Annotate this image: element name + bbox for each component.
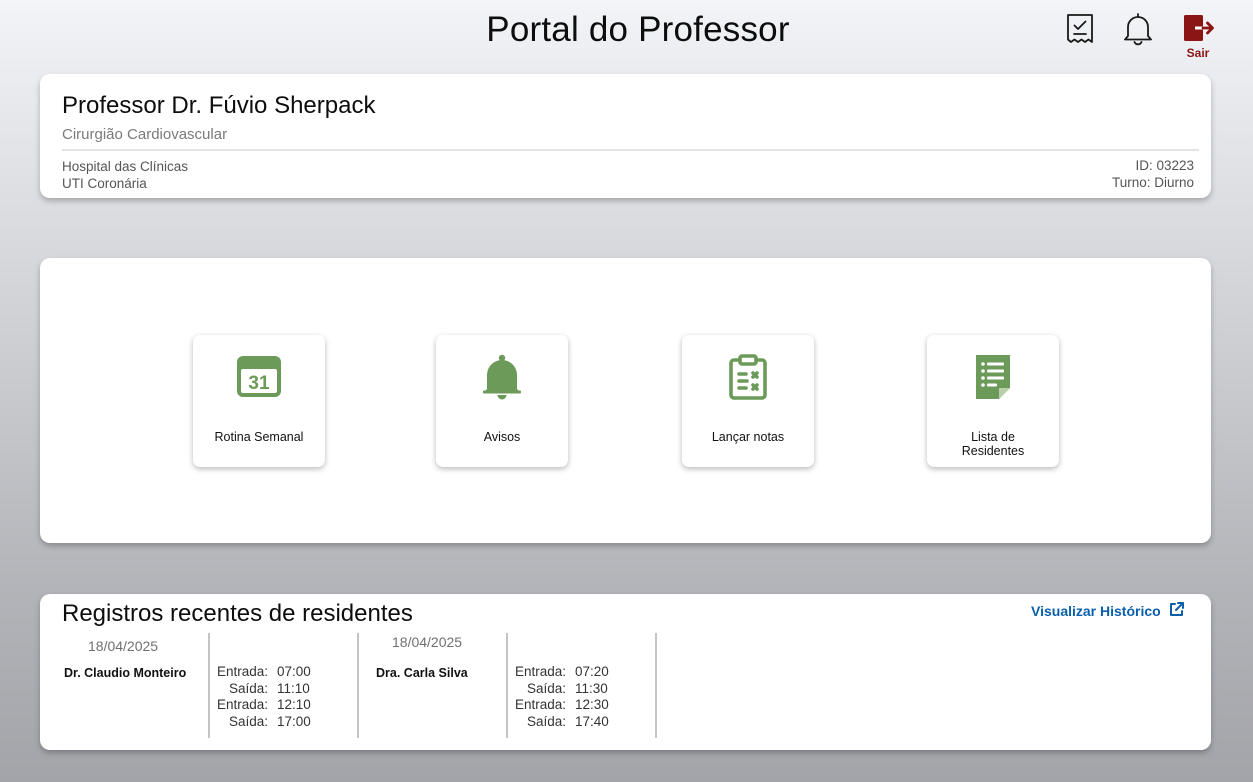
divider — [506, 633, 508, 738]
divider — [357, 633, 359, 738]
professor-specialty: Cirurgião Cardiovascular — [62, 126, 228, 143]
view-history-label: Visualizar Histórico — [1031, 603, 1161, 619]
professor-id: ID: 03223 — [1135, 158, 1194, 173]
bell-icon[interactable] — [1121, 12, 1155, 46]
time-entries: Entrada: 07:20 Saída: 11:30 Entrada: 12:30 … — [514, 664, 609, 729]
recent-records-card: Registros recentes de residentes Visuali… — [40, 594, 1211, 750]
divider — [655, 633, 657, 738]
divider — [62, 149, 1199, 151]
tile-avisos[interactable]: Avisos — [436, 335, 568, 467]
tile-label: Avisos — [483, 430, 521, 444]
shift-info: Turno: Diurno — [1111, 175, 1194, 190]
tile-label: Rotina Semanal — [214, 430, 304, 444]
resident-name: Dra. Carla Silva — [376, 666, 468, 680]
svg-text:31: 31 — [248, 373, 270, 394]
logout-icon — [1181, 15, 1215, 46]
logout-button[interactable]: Sair — [1178, 14, 1218, 60]
id-info: ID: 03223 Turno: Diurno — [1112, 157, 1194, 191]
list-document-icon — [927, 353, 1059, 403]
divider — [208, 633, 210, 738]
profile-card: Professor Dr. Fúvio Sherpack Cirurgião C… — [40, 74, 1211, 198]
time-entries: Entrada: 07:00 Saída: 11:10 Entrada: 12:10 … — [216, 664, 311, 729]
actions-panel: 31 Rotina Semanal Avisos Lançar notas Li… — [40, 258, 1211, 543]
record-date: 18/04/2025 — [88, 638, 159, 654]
tile-rotina-semanal[interactable]: 31 Rotina Semanal — [193, 335, 325, 467]
tile-lancar-notas[interactable]: Lançar notas — [682, 335, 814, 467]
workplace-info: Hospital das Clínicas UTI Coronária — [62, 158, 188, 192]
record-date: 18/04/2025 — [392, 634, 463, 650]
clipboard-icon — [682, 353, 814, 403]
external-link-icon — [1168, 601, 1185, 621]
logout-label: Sair — [1186, 46, 1210, 60]
professor-name: Professor Dr. Fúvio Sherpack — [62, 92, 376, 119]
view-history-link[interactable]: Visualizar Histórico — [1031, 601, 1185, 621]
records-title: Registros recentes de residentes — [62, 600, 413, 627]
unit-name: UTI Coronária — [62, 176, 147, 191]
checklist-document-icon[interactable] — [1063, 12, 1097, 46]
tile-label: Lançar notas — [711, 430, 785, 444]
resident-name: Dr. Claudio Monteiro — [64, 666, 187, 680]
calendar-icon: 31 — [193, 353, 325, 403]
tile-label: Lista de Residentes — [961, 430, 1025, 458]
hospital-name: Hospital das Clínicas — [62, 159, 189, 174]
tile-lista-residentes[interactable]: Lista de Residentes — [927, 335, 1059, 467]
bell-icon — [436, 353, 568, 403]
